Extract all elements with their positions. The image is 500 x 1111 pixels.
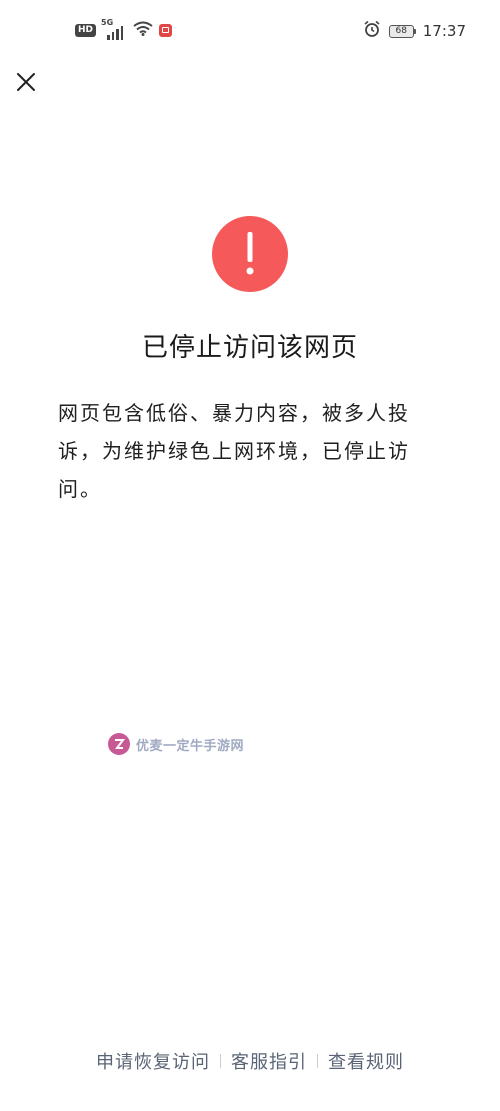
wifi-icon <box>133 21 153 40</box>
hd-badge: HD <box>75 24 97 37</box>
watermark-logo-icon <box>108 733 130 755</box>
status-bar: HD 5G 68 17:37 <box>0 0 500 62</box>
exclamation-icon <box>246 232 254 275</box>
page-title: 已停止访问该网页 <box>141 333 358 363</box>
watermark: 优麦一定牛手游网 <box>108 733 244 755</box>
footer-divider <box>317 1054 318 1068</box>
close-icon <box>17 73 35 91</box>
customer-service-link[interactable]: 客服指引 <box>231 1048 307 1074</box>
view-rules-link[interactable]: 查看规则 <box>328 1048 404 1074</box>
status-time: 17:37 <box>422 22 466 40</box>
footer-links: 申请恢复访问 客服指引 查看规则 <box>0 1048 500 1074</box>
alarm-icon <box>363 20 381 42</box>
status-bar-right: 68 17:37 <box>363 20 466 42</box>
app-notification-icon <box>159 24 173 37</box>
close-button[interactable] <box>10 66 42 98</box>
status-bar-left: HD 5G <box>75 18 173 40</box>
battery-level: 68 <box>388 24 414 38</box>
warning-circle <box>212 216 288 292</box>
footer-divider <box>220 1054 221 1068</box>
battery-icon: 68 <box>388 24 416 38</box>
page-message: 网页包含低俗、暴力内容，被多人投诉，为维护绿色上网环境，已停止访问。 <box>58 401 410 501</box>
watermark-text: 优麦一定牛手游网 <box>136 738 245 754</box>
appeal-access-link[interactable]: 申请恢复访问 <box>96 1048 210 1074</box>
signal-icon: 5G <box>101 18 127 40</box>
